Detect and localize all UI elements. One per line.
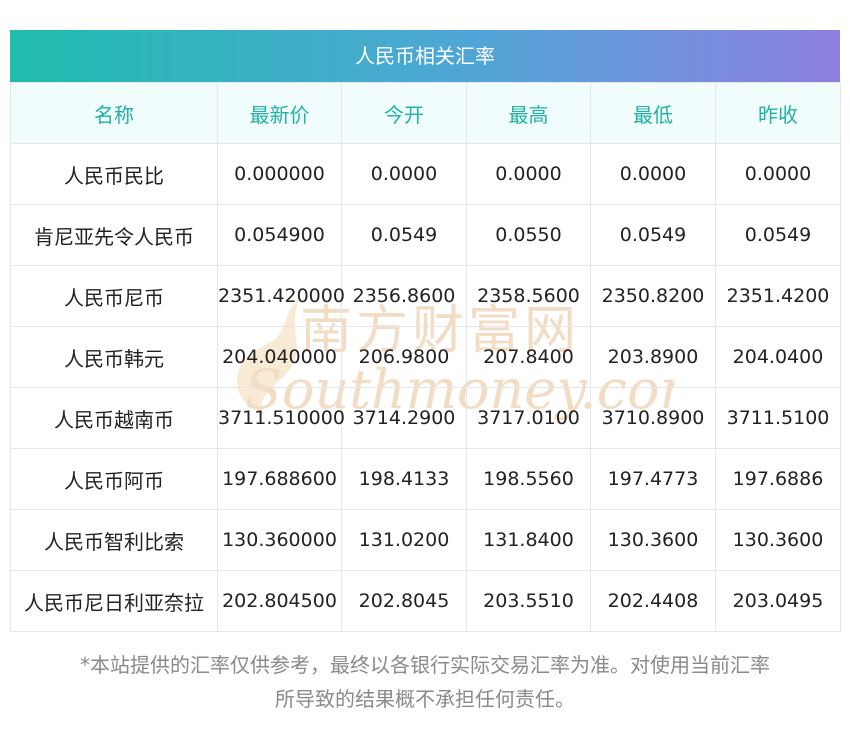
rate-value-cell: 207.8400 <box>466 326 591 388</box>
rate-value-cell: 3711.5100 <box>715 387 841 449</box>
rate-value-cell: 0.0000 <box>466 143 591 205</box>
table-row: 人民币民比 0.000000 0.0000 0.0000 0.0000 0.0000 <box>10 143 841 205</box>
rate-value-cell: 0.000000 <box>217 143 342 205</box>
rate-value-cell: 202.8045 <box>341 570 467 632</box>
rate-value-cell: 203.8900 <box>590 326 716 388</box>
rate-value-cell: 197.6886 <box>715 448 841 510</box>
currency-name-cell: 人民币尼日利亚奈拉 <box>10 570 218 632</box>
rate-value-cell: 198.5560 <box>466 448 591 510</box>
currency-name-cell: 肯尼亚先令人民币 <box>10 204 218 266</box>
table-row: 人民币尼币 2351.420000 2356.8600 2358.5600 2350.8… <box>10 265 841 327</box>
rate-value-cell: 0.0000 <box>715 143 841 205</box>
rate-value-cell: 0.0549 <box>590 204 716 266</box>
table-row: 人民币越南币 3711.510000 3714.2900 3717.0100 3710.… <box>10 387 841 449</box>
table-title: 人民币相关汇率 <box>10 30 840 82</box>
col-header-open: 今开 <box>341 82 467 144</box>
rate-value-cell: 2358.5600 <box>466 265 591 327</box>
table-row: 人民币智利比索 130.360000 131.0200 131.8400 130.360… <box>10 509 841 571</box>
disclaimer-line-1: *本站提供的汇率仅供参考，最终以各银行实际交易汇率为准。对使用当前汇率 <box>80 653 770 677</box>
currency-name-cell: 人民币民比 <box>10 143 218 205</box>
table-row: 肯尼亚先令人民币 0.054900 0.0549 0.0550 0.0549 0.0549 <box>10 204 841 266</box>
rate-value-cell: 202.4408 <box>590 570 716 632</box>
rate-value-cell: 0.0549 <box>715 204 841 266</box>
col-header-latest: 最新价 <box>217 82 342 144</box>
rate-value-cell: 202.804500 <box>217 570 342 632</box>
table-row: 人民币尼日利亚奈拉 202.804500 202.8045 203.5510 202.4… <box>10 570 841 632</box>
rate-value-cell: 3714.2900 <box>341 387 467 449</box>
currency-name-cell: 人民币越南币 <box>10 387 218 449</box>
rate-value-cell: 197.4773 <box>590 448 716 510</box>
rate-table: 名称 最新价 今开 最高 最低 昨收 人民币民比 0.000000 0.0000 0.… <box>10 82 841 632</box>
rate-value-cell: 197.688600 <box>217 448 342 510</box>
rate-value-cell: 0.0550 <box>466 204 591 266</box>
rate-value-cell: 203.0495 <box>715 570 841 632</box>
rate-value-cell: 0.0000 <box>341 143 467 205</box>
col-header-name: 名称 <box>10 82 218 144</box>
currency-name-cell: 人民币智利比索 <box>10 509 218 571</box>
col-header-low: 最低 <box>590 82 716 144</box>
rate-value-cell: 0.0000 <box>590 143 716 205</box>
currency-name-cell: 人民币阿币 <box>10 448 218 510</box>
rate-value-cell: 203.5510 <box>466 570 591 632</box>
disclaimer-line-2: 所导致的结果概不承担任何责任。 <box>275 687 575 711</box>
table-row: 人民币韩元 204.040000 206.9800 207.8400 203.8900 2… <box>10 326 841 388</box>
rate-value-cell: 130.3600 <box>715 509 841 571</box>
rate-value-cell: 3717.0100 <box>466 387 591 449</box>
rate-value-cell: 2351.4200 <box>715 265 841 327</box>
rate-value-cell: 2351.420000 <box>217 265 345 327</box>
disclaimer: *本站提供的汇率仅供参考，最终以各银行实际交易汇率为准。对使用当前汇率 所导致的… <box>0 648 850 716</box>
header-row: 名称 最新价 今开 最高 最低 昨收 <box>10 82 841 144</box>
rate-value-cell: 0.0549 <box>341 204 467 266</box>
currency-name-cell: 人民币尼币 <box>10 265 218 327</box>
table-row: 人民币阿币 197.688600 198.4133 198.5560 197.4773 1… <box>10 448 841 510</box>
rate-value-cell: 131.0200 <box>341 509 467 571</box>
rate-value-cell: 204.040000 <box>217 326 342 388</box>
rate-value-cell: 0.054900 <box>217 204 342 266</box>
rate-value-cell: 206.9800 <box>341 326 467 388</box>
rate-value-cell: 204.0400 <box>715 326 841 388</box>
rate-value-cell: 130.3600 <box>590 509 716 571</box>
rate-value-cell: 2356.8600 <box>341 265 467 327</box>
rate-value-cell: 2350.8200 <box>590 265 716 327</box>
rate-value-cell: 3711.510000 <box>217 387 345 449</box>
currency-name-cell: 人民币韩元 <box>10 326 218 388</box>
rate-value-cell: 131.8400 <box>466 509 591 571</box>
rate-value-cell: 130.360000 <box>217 509 342 571</box>
col-header-prev-close: 昨收 <box>715 82 841 144</box>
col-header-high: 最高 <box>466 82 591 144</box>
rate-value-cell: 3710.8900 <box>590 387 716 449</box>
rate-value-cell: 198.4133 <box>341 448 467 510</box>
rate-table-container: 人民币相关汇率 名称 最新价 今开 最高 最低 昨收 人民币民比 0.000000… <box>10 30 841 632</box>
